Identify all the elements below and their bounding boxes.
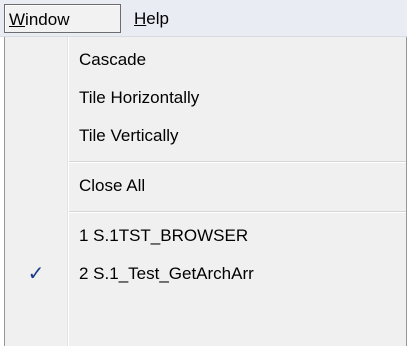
menu-item-label: Tile Horizontally (79, 88, 200, 107)
menu-bar: Window Help (0, 0, 407, 37)
menu-help-label: elp (146, 9, 169, 28)
menu-separator (69, 211, 406, 212)
menu-item-window-2[interactable]: ✓ 2 S.1_Test_GetArchArr (5, 255, 406, 293)
menu-item-tile-horizontally[interactable]: Tile Horizontally (5, 79, 406, 117)
menu-help-mnemonic: H (134, 9, 147, 28)
menu-item-tile-vertically[interactable]: Tile Vertically (5, 117, 406, 155)
menu-item-label: Tile Vertically (79, 126, 179, 145)
menu-window-mnemonic: W (9, 10, 26, 29)
menu-item-close-all[interactable]: Close All (5, 167, 406, 205)
menu-item-label: Close All (79, 176, 146, 195)
menu-separator (69, 161, 406, 162)
menu-window[interactable]: Window (4, 4, 121, 33)
menu-item-window-1[interactable]: 1 S.1TST_BROWSER (5, 217, 406, 255)
window-menu-dropdown: Cascade Tile Horizontally Tile Verticall… (4, 37, 407, 346)
menu-help[interactable]: Help (130, 4, 196, 33)
menu-window-label: indow (25, 10, 70, 29)
menu-item-label: 2 S.1_Test_GetArchArr (79, 264, 254, 283)
menu-item-label: Cascade (79, 50, 147, 69)
menu-item-label: 1 S.1TST_BROWSER (79, 226, 249, 245)
checkmark-icon: ✓ (27, 263, 45, 285)
menu-item-cascade[interactable]: Cascade (5, 41, 406, 79)
